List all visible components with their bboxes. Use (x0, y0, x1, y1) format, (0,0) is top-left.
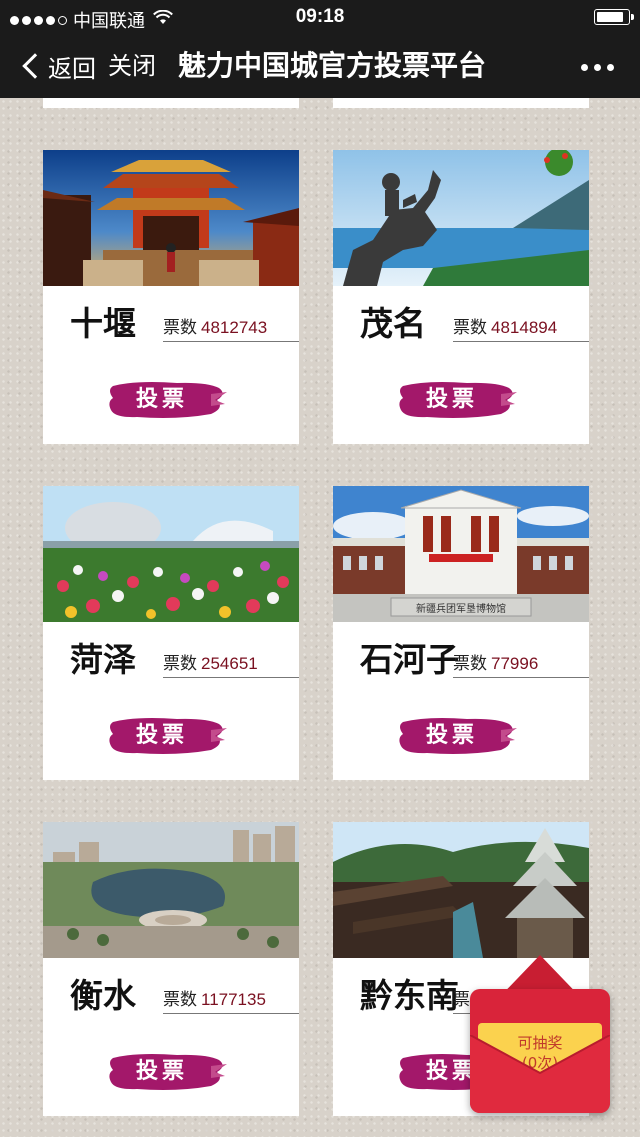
envelope-front (470, 1035, 610, 1113)
museum-sign-text: 新疆兵团军垦博物馆 (416, 602, 506, 615)
vote-count-label: 票数 (163, 654, 197, 674)
partial-card (333, 98, 589, 108)
status-bar: 中国联通 09:18 (0, 0, 640, 34)
nav-bar: 返回 关闭 魅力中国城官方投票平台 (0, 34, 640, 98)
vote-count-label: 票数 (453, 318, 487, 338)
vote-button[interactable]: 投票 (107, 1052, 227, 1092)
envelope-body: 可抽奖 (0次) (470, 989, 610, 1113)
city-card: 衡水 票数 1177135 投票 (43, 822, 299, 1116)
vote-button[interactable]: 投票 (107, 380, 227, 420)
clock: 09:18 (295, 6, 345, 27)
city-photo (43, 822, 299, 958)
vote-count: 票数 4814894 (453, 316, 589, 342)
vote-button-label: 投票 (425, 387, 478, 412)
vote-count-value: 4814894 (491, 318, 558, 337)
vote-count-label: 票 (453, 990, 470, 1010)
back-label: 返回 (48, 54, 96, 83)
vote-count: 票数 254651 (163, 652, 299, 678)
partial-card (43, 98, 299, 108)
city-card: 十堰 票数 4812743 投票 (43, 150, 299, 444)
vote-count: 票数 4812743 (163, 316, 299, 342)
city-photo (43, 486, 299, 622)
vote-count-label: 票数 (163, 990, 197, 1010)
city-card: 菏泽 票数 254651 投票 (43, 486, 299, 780)
city-name: 衡水 (70, 976, 136, 1015)
vote-button-label: 投票 (135, 387, 188, 412)
city-photo (333, 150, 589, 286)
city-name: 菏泽 (70, 640, 136, 679)
vote-count-label: 票数 (453, 654, 487, 674)
vote-count-value: 77996 (491, 654, 539, 673)
vote-count-value: 1177135 (201, 990, 266, 1009)
vote-count-label: 票数 (163, 318, 197, 338)
vote-button-label: 投票 (425, 723, 478, 748)
city-name: 茂名 (360, 304, 426, 343)
vote-count-value: 254651 (201, 654, 258, 673)
page-title: 魅力中国城官方投票平台 (178, 49, 487, 82)
vote-button-label: 投票 (135, 1059, 188, 1084)
city-name: 石河子 (360, 640, 459, 679)
city-card: 新疆兵团军垦博物馆 石河子 票数 77996 投票 (333, 486, 589, 780)
vote-count: 票数 1177135 (163, 988, 299, 1014)
vote-button[interactable]: 投票 (397, 380, 517, 420)
city-photo: 新疆兵团军垦博物馆 (333, 486, 589, 622)
close-button[interactable]: 关闭 (108, 50, 156, 82)
more-options-button[interactable] (581, 64, 614, 71)
city-name: 黔东南 (360, 976, 459, 1015)
battery-icon (594, 9, 634, 25)
city-card: 茂名 票数 4814894 投票 (333, 150, 589, 444)
vote-button[interactable]: 投票 (107, 716, 227, 756)
back-button[interactable]: 返回 (18, 50, 96, 83)
city-photo (43, 150, 299, 286)
lottery-envelope-button[interactable]: 可抽奖 (0次) (470, 955, 610, 1113)
vote-count-value: 4812743 (201, 318, 268, 337)
chevron-left-icon (22, 53, 48, 79)
vote-button[interactable]: 投票 (397, 716, 517, 756)
vote-count: 票数 77996 (453, 652, 589, 678)
city-name: 十堰 (70, 304, 136, 343)
city-photo (333, 822, 589, 958)
vote-button-label: 投票 (135, 723, 188, 748)
